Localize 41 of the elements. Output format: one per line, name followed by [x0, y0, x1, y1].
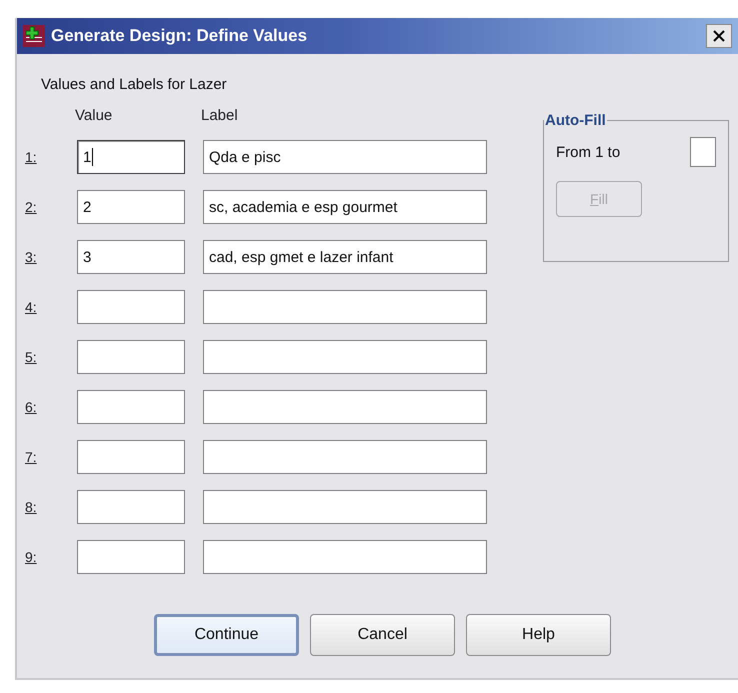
value-field[interactable]: 2	[77, 190, 185, 224]
value-field[interactable]	[77, 490, 185, 524]
dialog-button[interactable]: Continue	[154, 614, 299, 656]
value-field[interactable]	[77, 390, 185, 424]
row-number: 1:	[25, 149, 38, 165]
window-title: Generate Design: Define Values	[51, 26, 308, 46]
label-field[interactable]	[203, 440, 487, 474]
row-number: 7:	[25, 449, 38, 465]
close-icon	[713, 30, 725, 42]
label-field[interactable]	[203, 490, 487, 524]
group-title: Auto-Fill	[544, 112, 607, 129]
section-heading: Values and Labels for Lazer	[41, 76, 228, 93]
label-field[interactable]: cad, esp gmet e lazer infant	[203, 240, 487, 274]
from-label: From 1 to	[556, 144, 620, 160]
value-field[interactable]	[77, 340, 185, 374]
text-caret	[92, 148, 94, 166]
value-field[interactable]	[77, 290, 185, 324]
app-icon	[23, 25, 45, 47]
label-field[interactable]	[203, 390, 487, 424]
row-number: 5:	[25, 349, 38, 365]
row-number: 8:	[25, 499, 38, 515]
row-number: 3:	[25, 249, 38, 265]
dialog-button[interactable]: Cancel	[310, 614, 455, 656]
dialog-button[interactable]: Help	[466, 614, 611, 656]
row-number: 2:	[25, 199, 38, 215]
label-field[interactable]	[203, 540, 487, 574]
close-button[interactable]	[706, 24, 732, 48]
value-field[interactable]	[77, 540, 185, 574]
row-number: 9:	[25, 549, 38, 565]
label-field[interactable]	[203, 340, 487, 374]
label-field[interactable]: Qda e pisc	[203, 140, 487, 174]
label-field[interactable]: sc, academia e esp gourmet	[203, 190, 487, 224]
value-field[interactable]: 1	[77, 140, 185, 174]
row-number: 4:	[25, 299, 38, 315]
column-header: Value	[75, 107, 114, 124]
value-field[interactable]: 3	[77, 240, 185, 274]
label-field[interactable]	[203, 290, 487, 324]
row-number: 6:	[25, 399, 38, 415]
value-field[interactable]	[77, 440, 185, 474]
to-field[interactable]	[690, 137, 716, 167]
column-header: Label	[201, 107, 239, 124]
